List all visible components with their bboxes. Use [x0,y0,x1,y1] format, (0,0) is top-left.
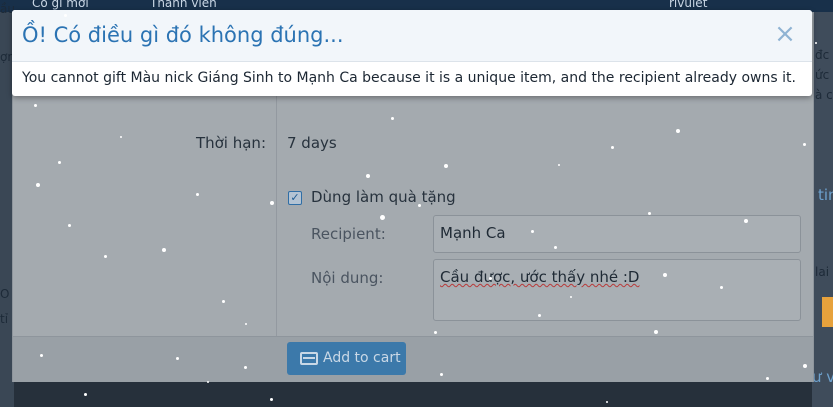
background-link-fragment: tin [818,186,833,204]
message-textarea[interactable]: Cầu được, ước thấy nhé :D [433,259,801,321]
error-popup-title: Ồ! Có điều gì đó không đúng... [22,23,344,47]
snowflake [815,42,817,44]
background-text-fragment: lai [815,265,830,279]
snowflake [40,354,43,357]
background-text-fragment: à củ [815,88,833,102]
dialog-footer [13,336,813,382]
close-icon[interactable]: × [774,21,796,47]
snowflake [654,330,658,334]
snowflake [270,398,273,401]
background-badge [822,297,833,327]
gift-checkbox[interactable]: ✓ [288,191,302,205]
duration-label: Thời hạn: [195,134,266,152]
snowflake [531,230,534,233]
snowflake [64,14,67,17]
background-text-fragment: đc [815,48,830,62]
snowflake [558,164,560,166]
snowflake [803,364,807,368]
snowflake [648,212,651,215]
message-label: Nội dung: [311,269,384,287]
background-text-fragment: O [0,287,10,301]
snowflake [606,401,608,403]
snowflake [366,174,370,178]
snowflake [34,104,37,107]
snowflake [766,377,769,380]
message-textarea-value: Cầu được, ước thấy nhé :D [440,268,640,286]
snowflake [444,164,448,168]
snowflake [391,117,394,120]
background-link-fragment: ư và [812,368,833,386]
snowflake [803,143,806,146]
snowflake [84,393,87,396]
snowflake [120,136,122,138]
nav-item-whats-new[interactable]: Có gì mới [32,0,89,10]
background-text-fragment: ức [815,68,830,82]
snowflake [744,219,748,223]
snowflake [176,357,179,360]
snowflake [440,373,443,376]
add-to-cart-label: Add to cart [323,350,401,366]
error-popup: Ồ! Có điều gì đó không đúng... × You can… [12,10,812,96]
gift-checkbox-label[interactable]: Dùng làm quà tặng [311,188,456,206]
snowflake [611,146,614,149]
snowflake [434,331,437,334]
snowflake [489,277,492,280]
recipient-label: Recipient: [311,225,386,243]
credit-card-icon [300,352,318,365]
snowflake [418,204,421,207]
snowflake [554,246,557,249]
snowflake [676,129,680,133]
snowflake [245,323,247,325]
error-popup-message: You cannot gift Màu nick Giáng Sinh to M… [22,70,796,86]
snowflake [36,183,40,187]
nav-item-members[interactable]: Thành viên [150,0,217,10]
add-to-cart-button[interactable]: Add to cart [287,342,406,375]
snowflake [68,224,71,227]
user-name[interactable]: rivulet [669,0,707,10]
recipient-input-value: Mạnh Ca [440,224,506,242]
snowflake [222,300,225,303]
snowflake [196,193,199,196]
snowflake [207,381,209,383]
background-text-fragment: tỉ [0,312,9,326]
snowflake [270,201,274,205]
snowflake [720,286,723,289]
snowflake [244,366,247,369]
snowflake [104,255,107,258]
snowflake [570,296,572,298]
snowflake [380,215,385,220]
duration-value: 7 days [287,134,337,152]
snowflake [538,314,541,317]
snowflake [58,161,61,164]
snowflake [162,248,166,252]
snowflake [663,273,667,277]
error-popup-header: Ồ! Có điều gì đó không đúng... × [12,10,812,62]
